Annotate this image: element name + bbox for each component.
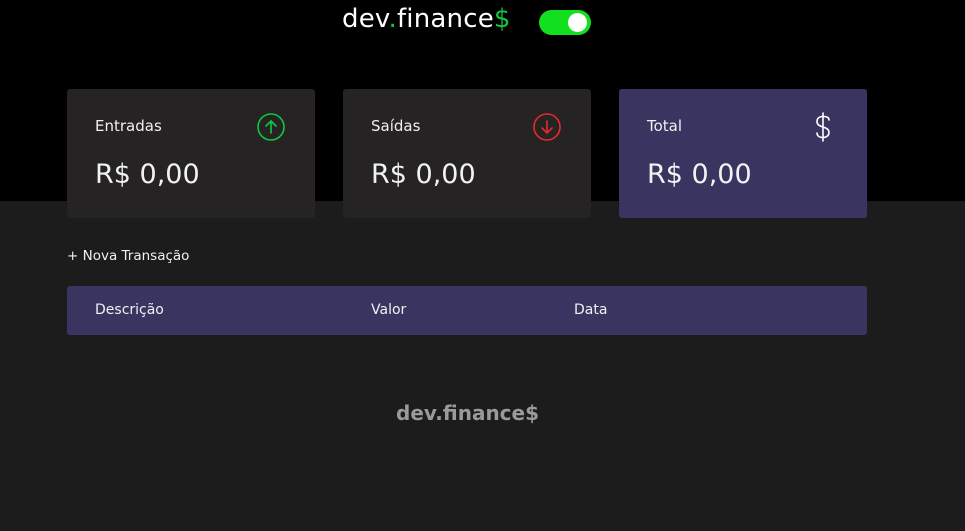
logo-name: finance — [396, 4, 494, 34]
column-date: Data — [574, 302, 608, 318]
toggle-knob — [568, 13, 587, 32]
logo-prefix: dev — [342, 4, 389, 34]
total-amount: R$ 0,00 — [647, 159, 752, 190]
arrow-down-circle-icon — [533, 113, 561, 141]
income-label: Entradas — [95, 117, 162, 135]
logo-dot: . — [388, 4, 397, 34]
expense-label: Saídas — [371, 117, 421, 135]
column-description: Descrição — [95, 302, 164, 318]
income-amount: R$ 0,00 — [95, 159, 200, 190]
new-transaction-link[interactable]: + Nova Transação — [67, 248, 189, 264]
transactions-table-header: Descrição Valor Data — [67, 286, 867, 335]
app-logo: dev.finance$ — [342, 4, 511, 34]
total-label: Total — [647, 117, 683, 135]
dollar-icon — [816, 112, 830, 142]
expense-amount: R$ 0,00 — [371, 159, 476, 190]
total-card: Total R$ 0,00 — [619, 89, 867, 218]
expense-card: Saídas R$ 0,00 — [343, 89, 591, 218]
footer-logo: dev.finance$ — [396, 401, 540, 425]
column-value: Valor — [371, 302, 407, 318]
arrow-up-circle-icon — [257, 113, 285, 141]
income-card: Entradas R$ 0,00 — [67, 89, 315, 218]
theme-toggle[interactable] — [539, 10, 591, 35]
logo-dollar: $ — [493, 4, 511, 34]
